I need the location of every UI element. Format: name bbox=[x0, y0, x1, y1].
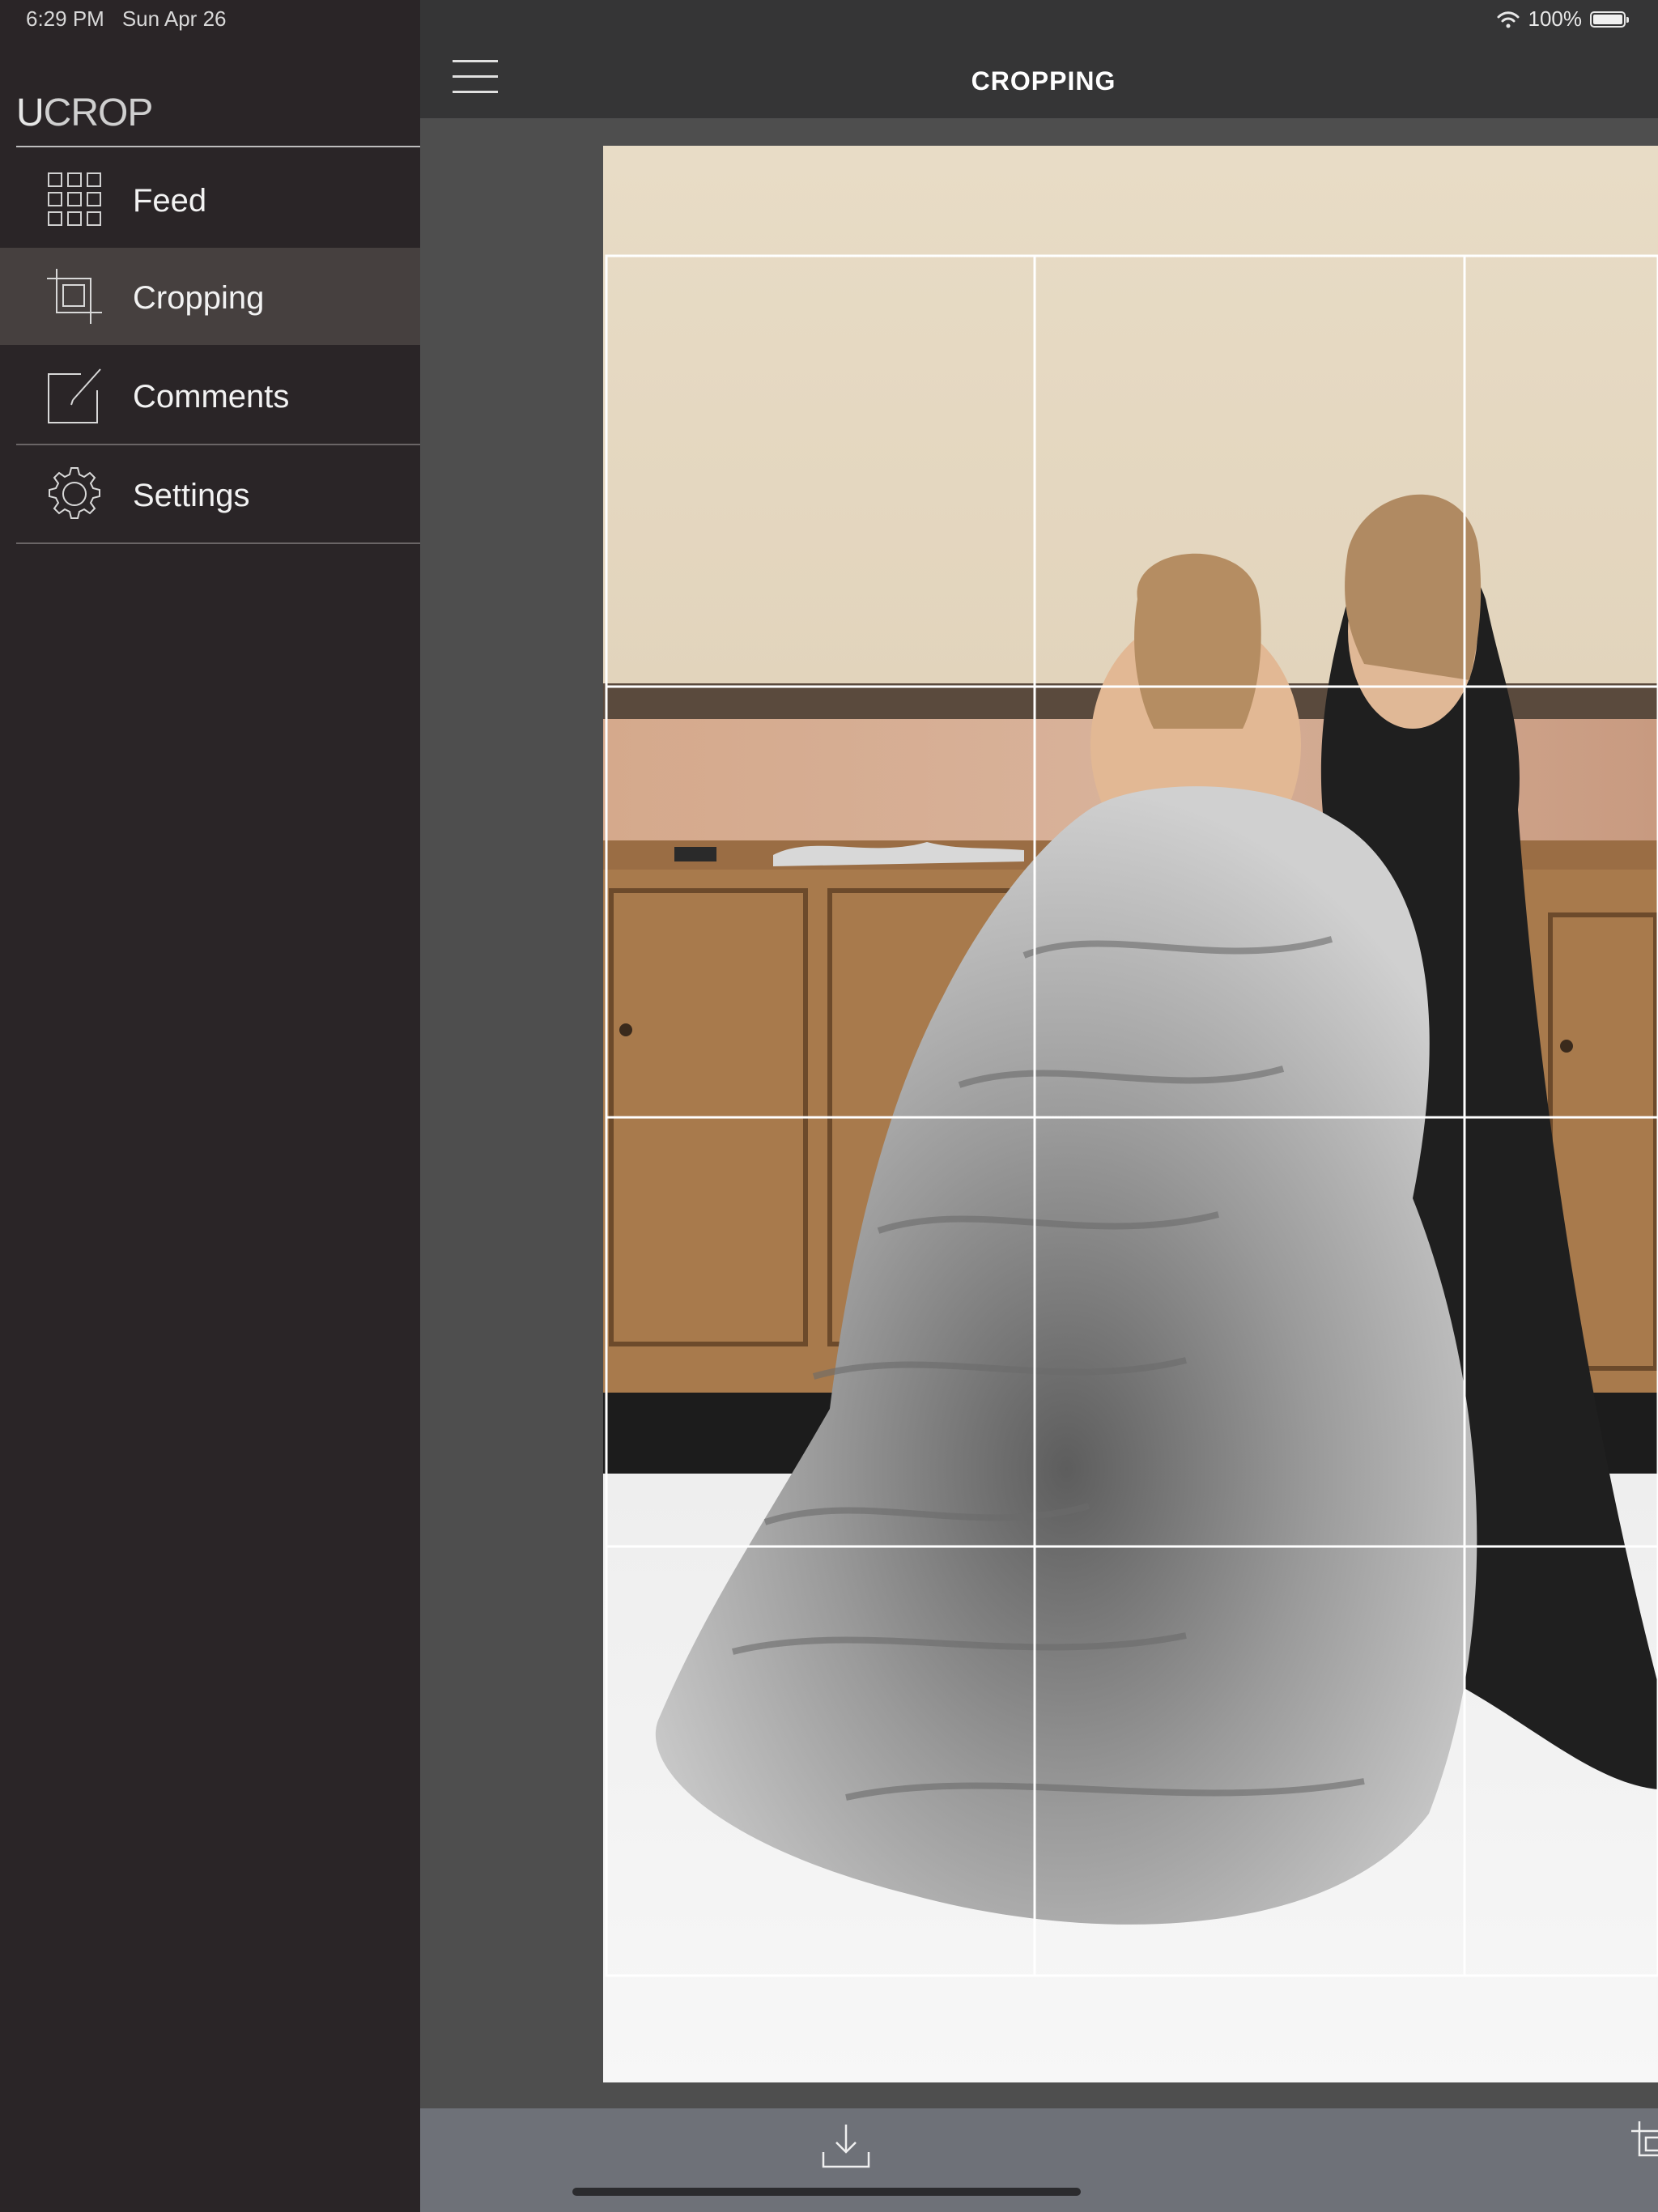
crop-icon bbox=[47, 269, 102, 324]
grid-icon bbox=[48, 172, 101, 226]
sidebar-divider bbox=[16, 542, 420, 544]
battery-percent: 100% bbox=[1528, 6, 1583, 31]
sidebar-item-label: Cropping bbox=[133, 280, 265, 316]
sidebar-item-feed[interactable]: Feed bbox=[0, 151, 420, 248]
wifi-icon bbox=[1497, 11, 1519, 28]
page-title: CROPPING bbox=[971, 66, 1116, 96]
app-logo: UCROP bbox=[16, 91, 154, 135]
sidebar-item-label: Settings bbox=[133, 478, 250, 513]
sidebar-divider bbox=[16, 146, 420, 147]
sidebar-item-comments[interactable]: Comments bbox=[0, 347, 420, 444]
logo-rest: CROP bbox=[43, 91, 154, 134]
bottom-toolbar bbox=[420, 2108, 1658, 2212]
download-icon[interactable] bbox=[820, 2120, 872, 2172]
gear-icon bbox=[49, 467, 100, 519]
sidebar-item-cropping[interactable]: Cropping bbox=[0, 248, 420, 345]
home-indicator[interactable] bbox=[572, 2188, 1081, 2196]
status-bar: 6:29 PM Sun Apr 26 100% bbox=[0, 0, 1658, 39]
photo-image bbox=[603, 146, 1658, 2082]
edit-icon bbox=[48, 368, 101, 423]
logo-letter: U bbox=[16, 91, 45, 134]
status-time-date: 6:29 PM Sun Apr 26 bbox=[26, 6, 226, 32]
hamburger-menu-icon[interactable] bbox=[453, 60, 498, 96]
status-time: 6:29 PM bbox=[26, 6, 104, 31]
sidebar: UCROP Feed Cropping Comments Settings bbox=[0, 0, 420, 2212]
battery-icon bbox=[1590, 11, 1629, 28]
sidebar-item-label: Feed bbox=[133, 183, 207, 219]
main-panel: CROPPING bbox=[420, 0, 1658, 2212]
status-date: Sun Apr 26 bbox=[121, 6, 227, 31]
sidebar-item-settings[interactable]: Settings bbox=[0, 445, 420, 542]
crop-photo[interactable] bbox=[603, 146, 1658, 2082]
status-indicators: 100% bbox=[1496, 6, 1629, 32]
crop-icon[interactable] bbox=[1628, 2120, 1658, 2165]
sidebar-item-label: Comments bbox=[133, 379, 290, 415]
